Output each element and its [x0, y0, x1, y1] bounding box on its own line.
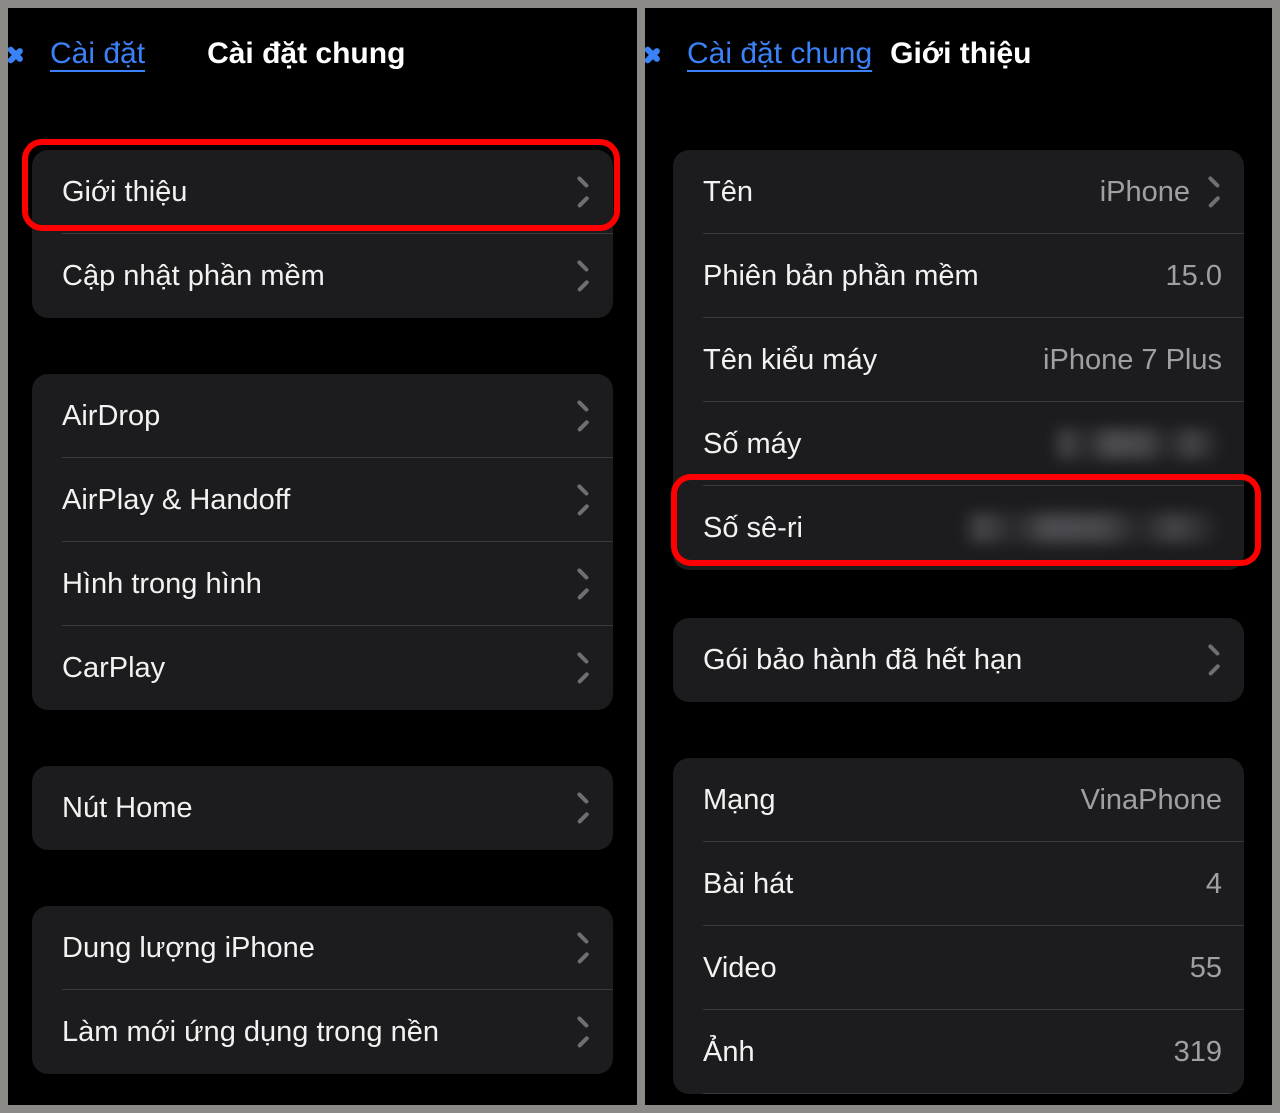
back-button-label: Cài đặt: [50, 37, 146, 70]
list-item-label: Gói bảo hành đã hết hạn: [703, 643, 1023, 676]
chevron-right-icon: [577, 180, 591, 204]
list-item-label: AirDrop: [62, 399, 161, 432]
list-item-label: Số máy: [703, 427, 802, 460]
about-list: Tên iPhone Phiên bản phần mềm 15.0 Tên k…: [645, 150, 1272, 1094]
back-button-label: Cài đặt chung: [687, 37, 873, 70]
chevron-right-icon: [1208, 648, 1222, 672]
list-item-value: iPhone 7 Plus: [1043, 343, 1222, 376]
list-item-airplay-handoff[interactable]: AirPlay & Handoff: [32, 458, 613, 542]
settings-group-about: Giới thiệu Cập nhật phần mềm: [32, 150, 613, 318]
list-item-video: Video 55: [673, 926, 1244, 1010]
screenshot-root: Cài đặt Cài đặt chung Giới thiệu Cập nhậ…: [0, 0, 1280, 1113]
list-item-value: 319: [1173, 1035, 1222, 1068]
left-phone-screen: Cài đặt Cài đặt chung Giới thiệu Cập nhậ…: [8, 8, 637, 1105]
list-item-label: Giới thiệu: [62, 175, 188, 208]
chevron-right-icon: [577, 264, 591, 288]
list-item-label: Tên kiểu máy: [703, 343, 878, 376]
chevron-right-icon: [577, 1020, 591, 1044]
list-item-label: Phiên bản phần mềm: [703, 259, 979, 292]
list-item-label: Tên: [703, 175, 753, 208]
redacted-value-so-se-ri: [962, 513, 1222, 543]
settings-group-connectivity: AirDrop AirPlay & Handoff Hình trong hìn…: [32, 374, 613, 710]
left-settings-list: Giới thiệu Cập nhật phần mềm AirDrop Air…: [8, 150, 637, 1074]
list-item-label: Cập nhật phần mềm: [62, 259, 325, 292]
list-item-value: 15.0: [1165, 259, 1222, 292]
list-item-carplay[interactable]: CarPlay: [32, 626, 613, 710]
list-item-goi-bao-hanh[interactable]: Gói bảo hành đã hết hạn: [673, 618, 1244, 702]
right-phone-screen: Cài đặt chung Giới thiệu Tên iPhone Phiê…: [645, 8, 1272, 1105]
list-item-gioi-thieu[interactable]: Giới thiệu: [32, 150, 613, 234]
list-item-label: Nút Home: [62, 791, 193, 824]
list-item-airdrop[interactable]: AirDrop: [32, 374, 613, 458]
chevron-right-icon: [577, 488, 591, 512]
list-item-dung-luong-iphone[interactable]: Dung lượng iPhone: [32, 906, 613, 990]
back-to-settings-button[interactable]: Cài đặt: [18, 35, 145, 73]
redacted-value-so-may: [1052, 429, 1222, 459]
chevron-right-icon: [577, 936, 591, 960]
about-group-warranty: Gói bảo hành đã hết hạn: [673, 618, 1244, 702]
back-to-general-button[interactable]: Cài đặt chung: [655, 35, 872, 73]
list-item-so-se-ri[interactable]: Số sê-ri: [673, 486, 1244, 570]
list-item-hinh-trong-hinh[interactable]: Hình trong hình: [32, 542, 613, 626]
chevron-right-icon: [577, 656, 591, 680]
list-item-lam-moi-ung-dung-trong-nen[interactable]: Làm mới ứng dụng trong nền: [32, 990, 613, 1074]
left-navigation-bar: Cài đặt Cài đặt chung: [8, 8, 637, 100]
list-item-label: AirPlay & Handoff: [62, 483, 291, 516]
list-item-ten[interactable]: Tên iPhone: [673, 150, 1244, 234]
left-page-title: Cài đặt chung: [207, 37, 406, 70]
chevron-left-icon: [655, 35, 677, 73]
list-item-anh: Ảnh 319: [673, 1010, 1244, 1094]
chevron-right-icon: [577, 572, 591, 596]
list-item-value: 4: [1205, 867, 1222, 900]
list-item-value: 55: [1189, 951, 1222, 984]
about-group-media-counts: Mạng VinaPhone Bài hát 4 Video 55 Ảnh 31…: [673, 758, 1244, 1094]
list-item-ten-kieu-may: Tên kiểu máy iPhone 7 Plus: [673, 318, 1244, 402]
chevron-right-icon: [1208, 180, 1222, 204]
chevron-left-icon: [18, 35, 40, 73]
about-group-device-info: Tên iPhone Phiên bản phần mềm 15.0 Tên k…: [673, 150, 1244, 570]
list-item-label: Ảnh: [703, 1035, 755, 1068]
list-item-mang: Mạng VinaPhone: [673, 758, 1244, 842]
chevron-right-icon: [577, 404, 591, 428]
list-item-label: Làm mới ứng dụng trong nền: [62, 1015, 439, 1048]
list-item-so-may: Số máy: [673, 402, 1244, 486]
list-item-bai-hat: Bài hát 4: [673, 842, 1244, 926]
list-item-cap-nhat-phan-mem[interactable]: Cập nhật phần mềm: [32, 234, 613, 318]
row-separator: [703, 1093, 1244, 1094]
list-item-phien-ban-phan-mem: Phiên bản phần mềm 15.0: [673, 234, 1244, 318]
list-item-label: Bài hát: [703, 867, 794, 900]
right-navigation-bar: Cài đặt chung Giới thiệu: [645, 8, 1272, 100]
list-item-label: Số sê-ri: [703, 511, 803, 544]
list-item-label: Dung lượng iPhone: [62, 931, 315, 964]
list-item-value: iPhone: [1099, 175, 1190, 208]
settings-group-home-button: Nút Home: [32, 766, 613, 850]
list-item-value: VinaPhone: [1080, 783, 1222, 816]
right-page-title: Giới thiệu: [890, 37, 1032, 70]
list-item-nut-home[interactable]: Nút Home: [32, 766, 613, 850]
list-item-label: Hình trong hình: [62, 567, 262, 600]
settings-group-storage: Dung lượng iPhone Làm mới ứng dụng trong…: [32, 906, 613, 1074]
list-item-label: Video: [703, 951, 777, 984]
chevron-right-icon: [577, 796, 591, 820]
list-item-label: Mạng: [703, 783, 776, 816]
list-item-label: CarPlay: [62, 651, 166, 684]
